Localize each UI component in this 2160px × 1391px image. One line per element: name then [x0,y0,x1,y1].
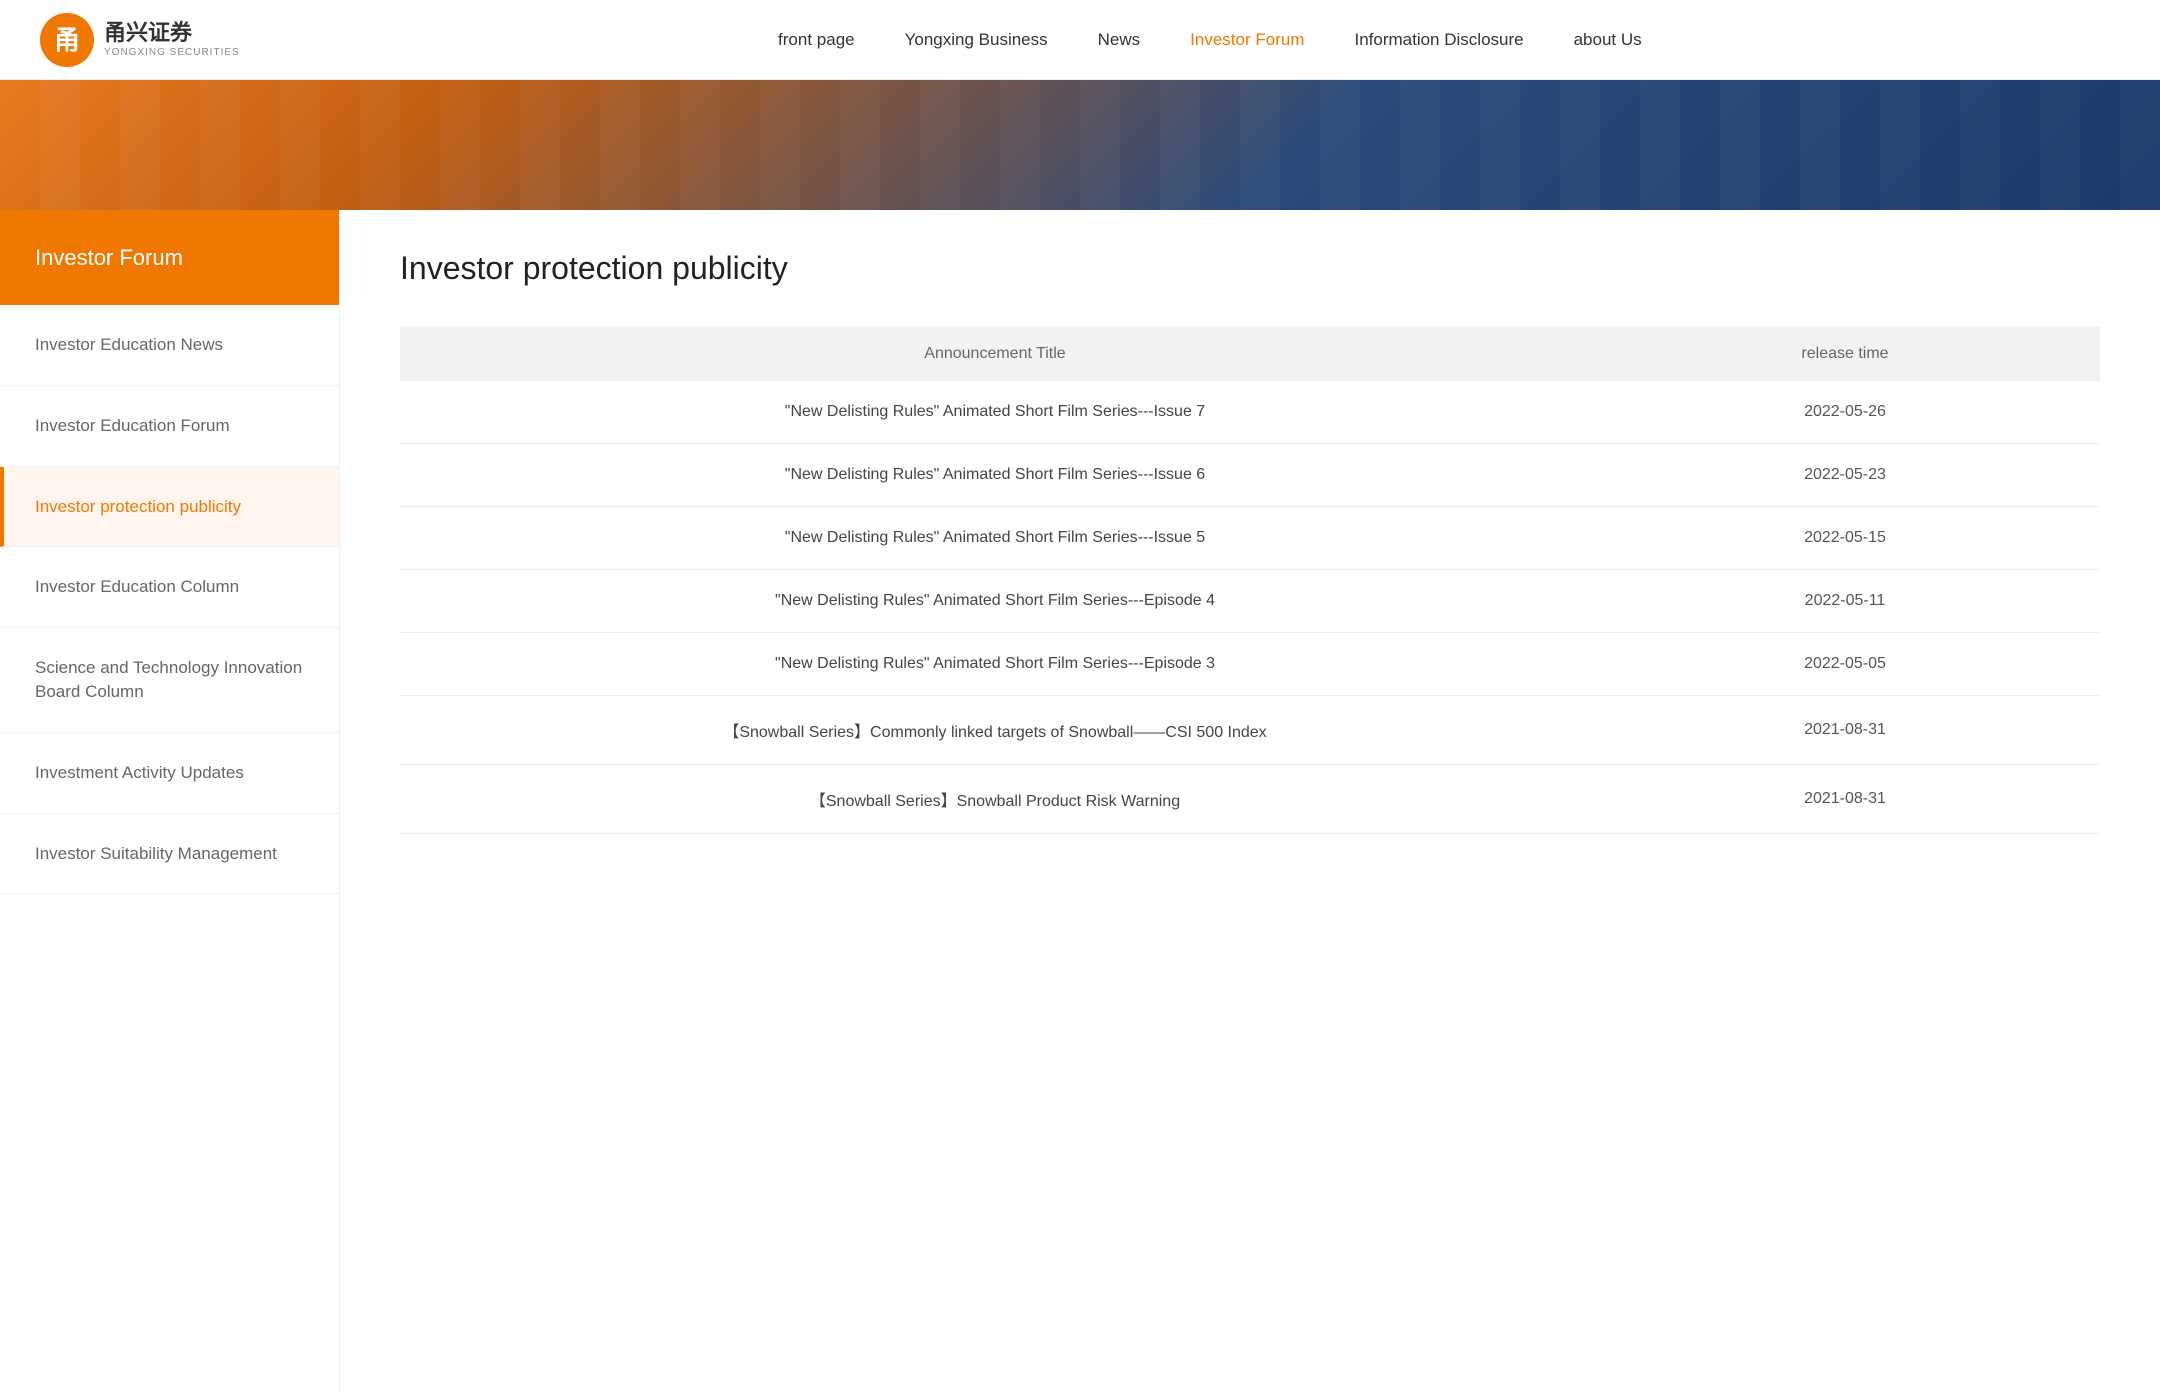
announcement-table: Announcement Title release time "New Del… [400,327,2100,834]
nav-item-investor-forum[interactable]: Investor Forum [1190,30,1304,50]
row-title-5: 【Snowball Series】Commonly linked targets… [400,696,1590,765]
row-title-1: "New Delisting Rules" Animated Short Fil… [400,444,1590,507]
row-title-6: 【Snowball Series】Snowball Product Risk W… [400,765,1590,834]
table-row[interactable]: "New Delisting Rules" Animated Short Fil… [400,444,2100,507]
row-date-0: 2022-05-26 [1590,381,2100,444]
table-header-row: Announcement Title release time [400,327,2100,381]
logo-cn: 甬兴证券 [104,20,240,46]
row-title-2: "New Delisting Rules" Animated Short Fil… [400,507,1590,570]
nav-item-yongxing-business[interactable]: Yongxing Business [905,30,1048,50]
table-body: "New Delisting Rules" Animated Short Fil… [400,381,2100,834]
nav-item-information-disclosure[interactable]: Information Disclosure [1354,30,1523,50]
nav-item-about-us[interactable]: about Us [1574,30,1642,50]
row-title-3: "New Delisting Rules" Animated Short Fil… [400,570,1590,633]
logo-en: YONGXING SECURITIES [104,47,240,59]
sidebar-header: Investor Forum [0,210,339,305]
logo-icon: 甬 [40,13,94,67]
table-row[interactable]: "New Delisting Rules" Animated Short Fil… [400,570,2100,633]
table-row[interactable]: "New Delisting Rules" Animated Short Fil… [400,381,2100,444]
table-row[interactable]: "New Delisting Rules" Animated Short Fil… [400,633,2100,696]
table-row[interactable]: 【Snowball Series】Snowball Product Risk W… [400,765,2100,834]
row-title-0: "New Delisting Rules" Animated Short Fil… [400,381,1590,444]
row-date-5: 2021-08-31 [1590,696,2100,765]
row-date-3: 2022-05-11 [1590,570,2100,633]
sidebar: Investor Forum Investor Education NewsIn… [0,210,340,1391]
sidebar-item-investor-education-news[interactable]: Investor Education News [0,305,339,386]
nav-item-front-page[interactable]: front page [778,30,855,50]
nav-item-news[interactable]: News [1098,30,1141,50]
header: 甬 甬兴证券 YONGXING SECURITIES front page Yon… [0,0,2160,80]
main-nav: front page Yongxing Business News Investor … [300,30,2120,50]
row-date-6: 2021-08-31 [1590,765,2100,834]
col-header-title: Announcement Title [400,327,1590,381]
sidebar-item-investor-protection-publicity[interactable]: Investor protection publicity [0,467,339,548]
table-row[interactable]: 【Snowball Series】Commonly linked targets… [400,696,2100,765]
row-date-1: 2022-05-23 [1590,444,2100,507]
sidebar-item-investor-education-column[interactable]: Investor Education Column [0,547,339,628]
row-date-4: 2022-05-05 [1590,633,2100,696]
sidebar-item-investor-education-forum[interactable]: Investor Education Forum [0,386,339,467]
page-title: Investor protection publicity [400,250,2100,287]
logo-text: 甬兴证券 YONGXING SECURITIES [104,20,240,58]
sidebar-item-investment-activity-updates[interactable]: Investment Activity Updates [0,733,339,814]
svg-text:甬: 甬 [54,25,80,55]
table-row[interactable]: "New Delisting Rules" Animated Short Fil… [400,507,2100,570]
sidebar-item-science-technology-board[interactable]: Science and Technology Innovation Board … [0,628,339,733]
main-layout: Investor Forum Investor Education NewsIn… [0,210,2160,1391]
col-header-date: release time [1590,327,2100,381]
sidebar-item-investor-suitability-management[interactable]: Investor Suitability Management [0,814,339,895]
row-title-4: "New Delisting Rules" Animated Short Fil… [400,633,1590,696]
content-area: Investor protection publicity Announceme… [340,210,2160,1391]
hero-banner [0,80,2160,210]
row-date-2: 2022-05-15 [1590,507,2100,570]
logo: 甬 甬兴证券 YONGXING SECURITIES [40,13,240,67]
sidebar-header-label: Investor Forum [35,245,183,271]
